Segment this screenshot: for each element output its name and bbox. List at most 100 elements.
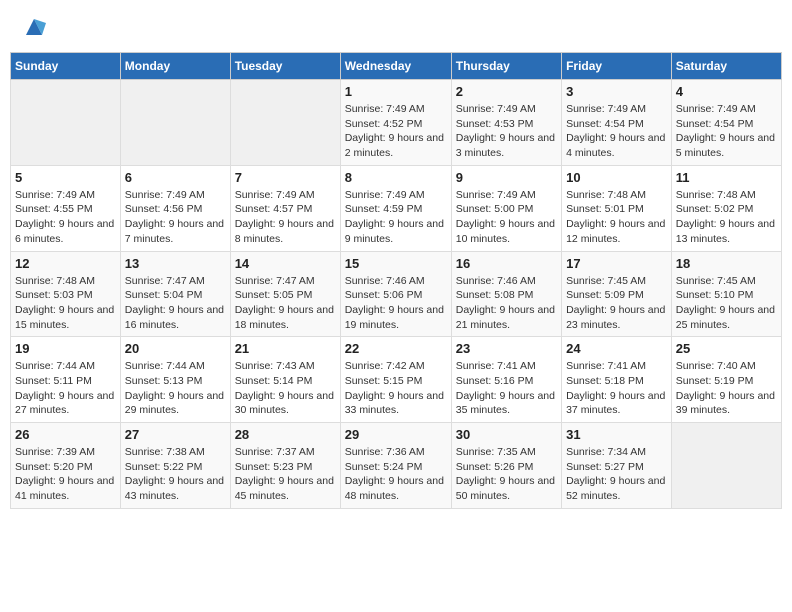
- day-number: 3: [566, 84, 667, 99]
- day-number: 21: [235, 341, 336, 356]
- day-info: Sunrise: 7:48 AM Sunset: 5:01 PM Dayligh…: [566, 188, 667, 247]
- day-number: 7: [235, 170, 336, 185]
- day-info: Sunrise: 7:49 AM Sunset: 4:56 PM Dayligh…: [125, 188, 226, 247]
- day-info: Sunrise: 7:46 AM Sunset: 5:06 PM Dayligh…: [345, 274, 447, 333]
- day-info: Sunrise: 7:46 AM Sunset: 5:08 PM Dayligh…: [456, 274, 557, 333]
- calendar-cell: 24 Sunrise: 7:41 AM Sunset: 5:18 PM Dayli…: [562, 337, 672, 423]
- day-number: 1: [345, 84, 447, 99]
- calendar-cell: [11, 80, 121, 166]
- calendar-cell: 29 Sunrise: 7:36 AM Sunset: 5:24 PM Dayli…: [340, 423, 451, 509]
- calendar-cell: 20 Sunrise: 7:44 AM Sunset: 5:13 PM Dayli…: [120, 337, 230, 423]
- day-info: Sunrise: 7:34 AM Sunset: 5:27 PM Dayligh…: [566, 445, 667, 504]
- calendar-cell: 2 Sunrise: 7:49 AM Sunset: 4:53 PM Daylig…: [451, 80, 561, 166]
- day-info: Sunrise: 7:49 AM Sunset: 4:54 PM Dayligh…: [676, 102, 777, 161]
- day-info: Sunrise: 7:49 AM Sunset: 4:59 PM Dayligh…: [345, 188, 447, 247]
- calendar-cell: 10Sunrise: 7:48 AM Sunset: 5:01 PM Dayli…: [562, 165, 672, 251]
- calendar-cell: 11 Sunrise: 7:48 AM Sunset: 5:02 PM Dayli…: [671, 165, 781, 251]
- day-number: 5: [15, 170, 116, 185]
- day-number: 2: [456, 84, 557, 99]
- calendar-cell: 3 Sunrise: 7:49 AM Sunset: 4:54 PM Daylig…: [562, 80, 672, 166]
- calendar-cell: 21Sunrise: 7:43 AM Sunset: 5:14 PM Dayli…: [230, 337, 340, 423]
- day-of-week-header: Thursday: [451, 53, 561, 80]
- day-info: Sunrise: 7:37 AM Sunset: 5:23 PM Dayligh…: [235, 445, 336, 504]
- day-number: 24: [566, 341, 667, 356]
- calendar-cell: 1 Sunrise: 7:49 AM Sunset: 4:52 PM Daylig…: [340, 80, 451, 166]
- calendar-cell: [671, 423, 781, 509]
- calendar-cell: 18 Sunrise: 7:45 AM Sunset: 5:10 PM Dayli…: [671, 251, 781, 337]
- day-info: Sunrise: 7:49 AM Sunset: 5:00 PM Dayligh…: [456, 188, 557, 247]
- day-number: 6: [125, 170, 226, 185]
- day-info: Sunrise: 7:39 AM Sunset: 5:20 PM Dayligh…: [15, 445, 116, 504]
- day-info: Sunrise: 7:47 AM Sunset: 5:05 PM Dayligh…: [235, 274, 336, 333]
- calendar-cell: 14 Sunrise: 7:47 AM Sunset: 5:05 PM Dayli…: [230, 251, 340, 337]
- day-info: Sunrise: 7:40 AM Sunset: 5:19 PM Dayligh…: [676, 359, 777, 418]
- calendar-week-row: 26 Sunrise: 7:39 AM Sunset: 5:20 PM Dayli…: [11, 423, 782, 509]
- day-info: Sunrise: 7:49 AM Sunset: 4:52 PM Dayligh…: [345, 102, 447, 161]
- day-number: 14: [235, 256, 336, 271]
- calendar-cell: 23Sunrise: 7:41 AM Sunset: 5:16 PM Dayli…: [451, 337, 561, 423]
- calendar-cell: 4 Sunrise: 7:49 AM Sunset: 4:54 PM Daylig…: [671, 80, 781, 166]
- calendar-week-row: 19Sunrise: 7:44 AM Sunset: 5:11 PM Dayli…: [11, 337, 782, 423]
- calendar-cell: 30 Sunrise: 7:35 AM Sunset: 5:26 PM Dayli…: [451, 423, 561, 509]
- day-number: 16: [456, 256, 557, 271]
- day-of-week-header: Sunday: [11, 53, 121, 80]
- calendar-cell: 16 Sunrise: 7:46 AM Sunset: 5:08 PM Dayli…: [451, 251, 561, 337]
- day-number: 31: [566, 427, 667, 442]
- day-number: 11: [676, 170, 777, 185]
- day-number: 8: [345, 170, 447, 185]
- day-number: 22: [345, 341, 447, 356]
- day-info: Sunrise: 7:49 AM Sunset: 4:55 PM Dayligh…: [15, 188, 116, 247]
- day-info: Sunrise: 7:35 AM Sunset: 5:26 PM Dayligh…: [456, 445, 557, 504]
- day-of-week-header: Wednesday: [340, 53, 451, 80]
- calendar-cell: 26 Sunrise: 7:39 AM Sunset: 5:20 PM Dayli…: [11, 423, 121, 509]
- day-info: Sunrise: 7:49 AM Sunset: 4:53 PM Dayligh…: [456, 102, 557, 161]
- day-info: Sunrise: 7:41 AM Sunset: 5:18 PM Dayligh…: [566, 359, 667, 418]
- calendar-cell: 5 Sunrise: 7:49 AM Sunset: 4:55 PM Daylig…: [11, 165, 121, 251]
- calendar-table: SundayMondayTuesdayWednesdayThursdayFrid…: [10, 52, 782, 509]
- day-info: Sunrise: 7:48 AM Sunset: 5:03 PM Dayligh…: [15, 274, 116, 333]
- day-of-week-header: Tuesday: [230, 53, 340, 80]
- day-number: 25: [676, 341, 777, 356]
- logo-icon: [22, 15, 46, 39]
- day-number: 27: [125, 427, 226, 442]
- calendar-week-row: 12Sunrise: 7:48 AM Sunset: 5:03 PM Dayli…: [11, 251, 782, 337]
- calendar-cell: 13Sunrise: 7:47 AM Sunset: 5:04 PM Dayli…: [120, 251, 230, 337]
- calendar-cell: 28 Sunrise: 7:37 AM Sunset: 5:23 PM Dayli…: [230, 423, 340, 509]
- calendar-week-row: 1 Sunrise: 7:49 AM Sunset: 4:52 PM Daylig…: [11, 80, 782, 166]
- day-number: 28: [235, 427, 336, 442]
- day-info: Sunrise: 7:44 AM Sunset: 5:13 PM Dayligh…: [125, 359, 226, 418]
- day-number: 15: [345, 256, 447, 271]
- day-info: Sunrise: 7:42 AM Sunset: 5:15 PM Dayligh…: [345, 359, 447, 418]
- day-number: 29: [345, 427, 447, 442]
- calendar-cell: 8 Sunrise: 7:49 AM Sunset: 4:59 PM Daylig…: [340, 165, 451, 251]
- day-number: 9: [456, 170, 557, 185]
- logo: [18, 15, 46, 39]
- day-number: 20: [125, 341, 226, 356]
- day-info: Sunrise: 7:38 AM Sunset: 5:22 PM Dayligh…: [125, 445, 226, 504]
- day-number: 17: [566, 256, 667, 271]
- calendar-cell: 19Sunrise: 7:44 AM Sunset: 5:11 PM Dayli…: [11, 337, 121, 423]
- day-info: Sunrise: 7:49 AM Sunset: 4:54 PM Dayligh…: [566, 102, 667, 161]
- day-info: Sunrise: 7:45 AM Sunset: 5:10 PM Dayligh…: [676, 274, 777, 333]
- calendar-cell: 7Sunrise: 7:49 AM Sunset: 4:57 PM Daylig…: [230, 165, 340, 251]
- day-number: 30: [456, 427, 557, 442]
- calendar-cell: 9 Sunrise: 7:49 AM Sunset: 5:00 PM Daylig…: [451, 165, 561, 251]
- calendar-cell: 22 Sunrise: 7:42 AM Sunset: 5:15 PM Dayli…: [340, 337, 451, 423]
- calendar-cell: 27 Sunrise: 7:38 AM Sunset: 5:22 PM Dayli…: [120, 423, 230, 509]
- page-header: [10, 10, 782, 44]
- day-of-week-header: Saturday: [671, 53, 781, 80]
- day-info: Sunrise: 7:47 AM Sunset: 5:04 PM Dayligh…: [125, 274, 226, 333]
- day-number: 4: [676, 84, 777, 99]
- day-of-week-header: Friday: [562, 53, 672, 80]
- day-number: 18: [676, 256, 777, 271]
- calendar-week-row: 5 Sunrise: 7:49 AM Sunset: 4:55 PM Daylig…: [11, 165, 782, 251]
- day-info: Sunrise: 7:48 AM Sunset: 5:02 PM Dayligh…: [676, 188, 777, 247]
- day-info: Sunrise: 7:41 AM Sunset: 5:16 PM Dayligh…: [456, 359, 557, 418]
- day-number: 19: [15, 341, 116, 356]
- calendar-cell: [230, 80, 340, 166]
- day-info: Sunrise: 7:36 AM Sunset: 5:24 PM Dayligh…: [345, 445, 447, 504]
- calendar-cell: 15 Sunrise: 7:46 AM Sunset: 5:06 PM Dayli…: [340, 251, 451, 337]
- calendar-cell: 12Sunrise: 7:48 AM Sunset: 5:03 PM Dayli…: [11, 251, 121, 337]
- day-number: 26: [15, 427, 116, 442]
- calendar-cell: 6 Sunrise: 7:49 AM Sunset: 4:56 PM Daylig…: [120, 165, 230, 251]
